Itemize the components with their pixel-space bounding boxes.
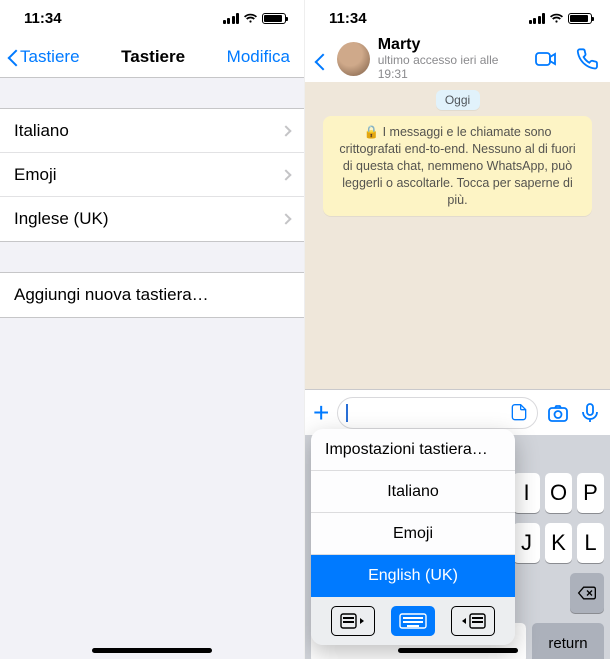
- keyboard-settings-item[interactable]: Impostazioni tastiera…: [311, 429, 515, 471]
- keyboards-list: Italiano Emoji Inglese (UK): [0, 108, 304, 242]
- add-keyboard-button[interactable]: Aggiungi nuova tastiera…: [0, 273, 304, 317]
- keyboard-lang-item-selected[interactable]: English (UK): [311, 555, 515, 597]
- message-input[interactable]: [337, 397, 538, 429]
- key[interactable]: K: [545, 523, 572, 563]
- keyboard: I I'm U I O P J K L: [305, 435, 610, 659]
- return-key[interactable]: return: [532, 623, 604, 659]
- key[interactable]: P: [577, 473, 604, 513]
- cellular-icon: [223, 13, 240, 24]
- keyboard-label: Inglese (UK): [14, 209, 108, 229]
- keyboard-label: Italiano: [14, 121, 69, 141]
- status-time: 11:34: [329, 10, 367, 27]
- cellular-icon: [529, 13, 546, 24]
- keyboard-row[interactable]: Inglese (UK): [0, 197, 304, 241]
- battery-icon: [262, 13, 286, 24]
- settings-screen: 11:34 Tastiere Tastiere Modifica Italian…: [0, 0, 305, 659]
- whatsapp-screen: 11:34 Marty ultimo accesso ieri alle 19:…: [305, 0, 610, 659]
- status-bar: 11:34: [305, 0, 610, 36]
- home-indicator[interactable]: [92, 648, 212, 653]
- text-caret: [346, 404, 348, 422]
- status-bar: 11:34: [0, 0, 304, 36]
- keyboard-dock-full-icon[interactable]: [391, 606, 435, 636]
- back-button[interactable]: [315, 51, 329, 68]
- keyboard-row[interactable]: Italiano: [0, 109, 304, 153]
- add-keyboard-label: Aggiungi nuova tastiera…: [14, 285, 209, 305]
- chevron-right-icon: [280, 169, 291, 180]
- attach-button[interactable]: +: [313, 399, 329, 427]
- keyboard-switcher-popover: Impostazioni tastiera… Italiano Emoji En…: [311, 429, 515, 645]
- contact-info[interactable]: Marty ultimo accesso ieri alle 19:31: [378, 37, 526, 81]
- keyboard-lang-item[interactable]: Emoji: [311, 513, 515, 555]
- key[interactable]: O: [545, 473, 572, 513]
- day-separator: Oggi: [436, 90, 480, 110]
- chat-header: Marty ultimo accesso ieri alle 19:31: [305, 36, 610, 82]
- key[interactable]: L: [577, 523, 604, 563]
- keyboard-mode-row: [311, 597, 515, 645]
- edit-button[interactable]: Modifica: [227, 47, 296, 67]
- keyboard-dock-left-icon[interactable]: [331, 606, 375, 636]
- chevron-left-icon: [8, 47, 20, 67]
- sticker-icon[interactable]: [509, 403, 529, 423]
- keyboard-label: Emoji: [14, 165, 57, 185]
- voice-call-icon[interactable]: [576, 47, 600, 71]
- keyboard-lang-item[interactable]: Italiano: [311, 471, 515, 513]
- avatar[interactable]: [337, 42, 370, 76]
- nav-bar: Tastiere Tastiere Modifica: [0, 36, 304, 78]
- chevron-right-icon: [280, 125, 291, 136]
- mic-icon[interactable]: [578, 401, 602, 425]
- key[interactable]: J: [513, 523, 540, 563]
- home-indicator[interactable]: [398, 648, 518, 653]
- camera-icon[interactable]: [546, 401, 570, 425]
- backspace-key[interactable]: [570, 573, 604, 613]
- battery-icon: [568, 13, 592, 24]
- page-title: Tastiere: [121, 47, 185, 67]
- contact-name: Marty: [378, 37, 526, 53]
- suggestion[interactable]: [509, 435, 610, 469]
- status-time: 11:34: [24, 10, 62, 27]
- chat-body[interactable]: Oggi 🔒 I messaggi e le chiamate sono cri…: [305, 82, 610, 389]
- wifi-icon: [549, 13, 564, 24]
- encryption-notice[interactable]: 🔒 I messaggi e le chiamate sono crittogr…: [323, 116, 592, 216]
- last-seen: ultimo accesso ieri alle 19:31: [378, 53, 526, 81]
- back-button[interactable]: Tastiere: [8, 47, 80, 67]
- back-label: Tastiere: [20, 47, 80, 67]
- video-call-icon[interactable]: [534, 47, 558, 71]
- chevron-left-icon: [315, 56, 329, 68]
- keyboard-row[interactable]: Emoji: [0, 153, 304, 197]
- key[interactable]: I: [513, 473, 540, 513]
- chevron-right-icon: [280, 213, 291, 224]
- keyboard-dock-right-icon[interactable]: [451, 606, 495, 636]
- wifi-icon: [243, 13, 258, 24]
